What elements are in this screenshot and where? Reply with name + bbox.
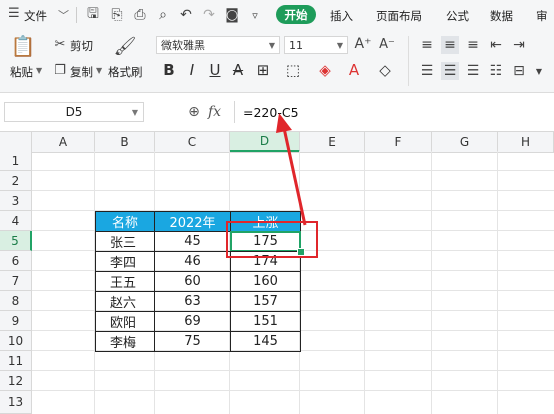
annotation-arrow bbox=[276, 113, 307, 226]
